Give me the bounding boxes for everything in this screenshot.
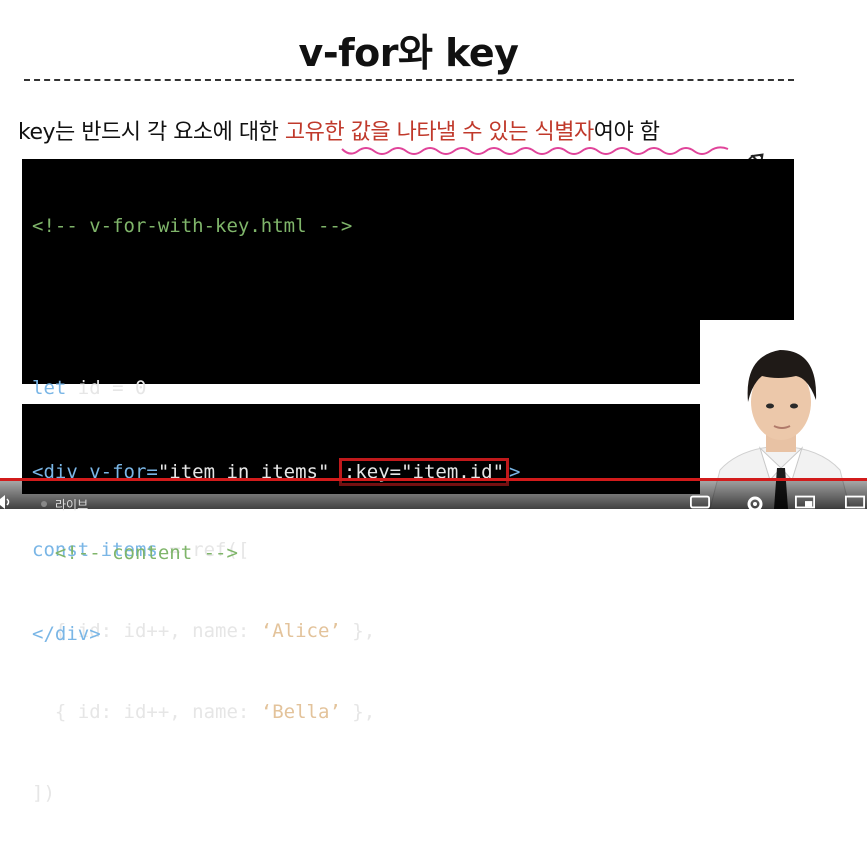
code-tag: </div> [32, 623, 101, 645]
code-line: ]) [32, 780, 794, 807]
subtitles-icon[interactable] [690, 495, 710, 509]
code-keyword: let [32, 377, 67, 399]
fullscreen-icon[interactable] [845, 495, 865, 509]
miniplayer-icon[interactable] [795, 495, 815, 509]
settings-gear-icon[interactable] [745, 495, 765, 509]
code-string: ‘Bella’ [260, 701, 341, 723]
code-line: { id: id++, name: ‘Bella’ }, [32, 699, 794, 726]
code-block-script: <!-- v-for-with-key.html --> let id = 0 … [22, 159, 794, 804]
code-line: <!-- content --> [32, 540, 794, 567]
code-comment: <!-- content --> [32, 542, 238, 564]
code-text: id = 0 [66, 377, 147, 399]
wavy-underline [341, 146, 729, 155]
code-line: let id = 0 [32, 375, 794, 402]
slide-title: v-for와 key [298, 31, 519, 75]
code-comment: <!-- v-for-with-key.html --> [32, 215, 353, 237]
dashed-divider [24, 79, 794, 81]
slide-subtitle: key는 반드시 각 요소에 대한 고유한 값을 나타낼 수 있는 식별자여야 … [18, 114, 660, 146]
subtitle-highlight: 고유한 값을 나타낼 수 있는 식별자 [284, 120, 594, 145]
live-dot-icon [41, 501, 47, 507]
subtitle-suffix: 여야 함 [593, 120, 660, 145]
subtitle-prefix: key는 반드시 각 요소에 대한 [18, 120, 285, 145]
code-text: { id: id++, name: [32, 701, 261, 723]
code-text: }, [340, 701, 376, 723]
code-text: ]) [32, 782, 55, 804]
code-line: <!-- v-for-with-key.html --> [32, 213, 794, 240]
code-line: </div> [32, 621, 794, 648]
slide: v-for와 key key는 반드시 각 요소에 대한 고유한 값을 나타낼 … [0, 0, 867, 804]
player-controls: 라이브 [0, 481, 867, 512]
volume-icon[interactable] [0, 495, 14, 509]
live-label: 라이브 [55, 498, 89, 512]
